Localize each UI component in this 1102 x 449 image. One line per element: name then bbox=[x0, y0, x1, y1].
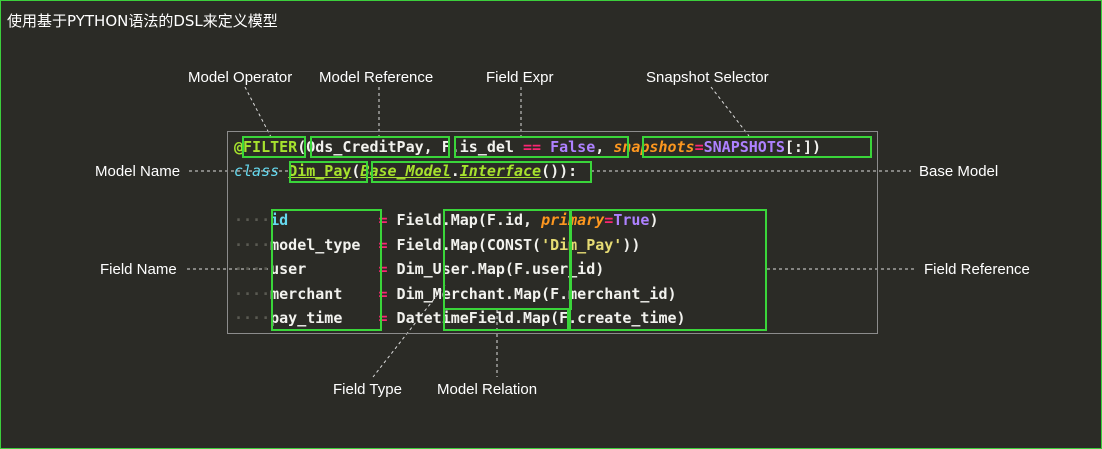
label-model-reference: Model Reference bbox=[319, 69, 434, 86]
leader-snapshot-selector bbox=[710, 86, 750, 137]
class-keyword: class bbox=[234, 162, 280, 180]
box-model-relation bbox=[443, 209, 572, 310]
label-field-reference: Field Reference bbox=[924, 261, 1030, 278]
label-field-expr: Field Expr bbox=[486, 69, 554, 86]
label-model-name: Model Name bbox=[95, 163, 181, 180]
label-model-operator: Model Operator bbox=[188, 69, 293, 86]
label-model-relation: Model Relation bbox=[437, 381, 538, 398]
label-base-model: Base Model bbox=[919, 163, 999, 180]
box-base-model bbox=[371, 161, 592, 183]
box-field-name bbox=[271, 209, 382, 331]
box-model-name bbox=[289, 161, 368, 183]
label-snapshot-selector: Snapshot Selector bbox=[646, 69, 769, 86]
label-field-type: Field Type bbox=[333, 381, 402, 398]
box-field-reference bbox=[569, 209, 767, 331]
diagram-frame: 使用基于PYTHON语法的DSL来定义模型 Model Operator Mod… bbox=[0, 0, 1102, 449]
box-field-type bbox=[443, 308, 569, 331]
box-snapshot-selector bbox=[642, 136, 872, 158]
leader-model-operator bbox=[244, 86, 272, 138]
box-field-expr bbox=[454, 136, 629, 158]
box-model-operator bbox=[242, 136, 306, 158]
box-model-reference bbox=[310, 136, 450, 158]
label-field-name: Field Name bbox=[100, 261, 177, 278]
